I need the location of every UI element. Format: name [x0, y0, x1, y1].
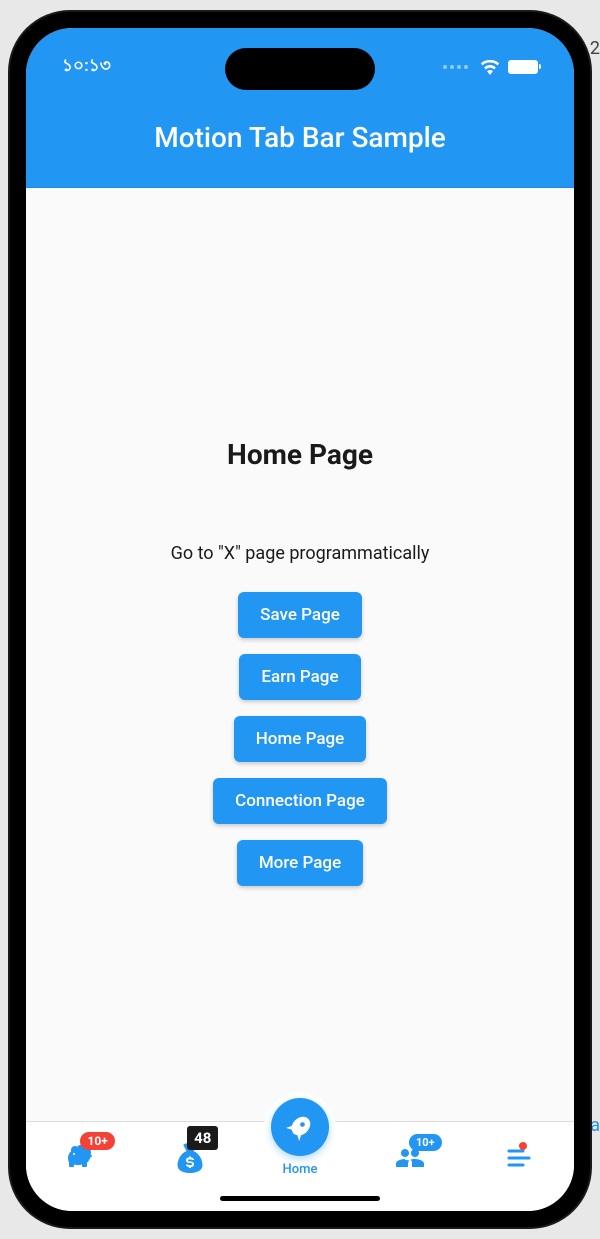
- app-bar-title: Motion Tab Bar Sample: [154, 121, 446, 154]
- tab-label: Home: [283, 1162, 318, 1177]
- connection-page-button[interactable]: Connection Page: [213, 778, 387, 824]
- battery-icon: [508, 60, 538, 74]
- menu-icon: [501, 1140, 537, 1176]
- tab-item-more[interactable]: [464, 1122, 574, 1211]
- money-bag-icon: 48: [172, 1140, 208, 1176]
- home-page-button[interactable]: Home Page: [234, 716, 367, 762]
- home-indicator[interactable]: [220, 1196, 380, 1201]
- more-page-button[interactable]: More Page: [237, 840, 363, 886]
- content: Home Page Go to "X" page programmaticall…: [26, 188, 574, 1121]
- earn-page-button[interactable]: Earn Page: [239, 654, 360, 700]
- phone-frame: ১০:১৩ Motion Tab Bar Sample Home Page Go…: [10, 12, 590, 1227]
- status-time: ১০:১৩: [62, 53, 111, 81]
- rocket-icon: [286, 1113, 314, 1141]
- dynamic-island: [225, 48, 375, 90]
- people-icon: 10+: [392, 1140, 428, 1176]
- piggy-bank-icon: 10+: [63, 1140, 99, 1176]
- badge: 48: [187, 1126, 218, 1150]
- signal-dots-icon: [443, 65, 468, 69]
- badge-dot: [519, 1142, 527, 1150]
- tab-center-circle: [271, 1098, 329, 1156]
- badge: 10+: [409, 1134, 442, 1151]
- status-right: [443, 60, 538, 75]
- save-page-button[interactable]: Save Page: [238, 592, 362, 638]
- app-bar: Motion Tab Bar Sample: [26, 88, 574, 188]
- background-char: 2: [590, 38, 600, 59]
- page-title: Home Page: [227, 438, 373, 471]
- phone-screen: ১০:১৩ Motion Tab Bar Sample Home Page Go…: [26, 28, 574, 1211]
- background-char: a: [590, 1115, 600, 1136]
- badge: 10+: [80, 1132, 114, 1150]
- page-subtitle: Go to "X" page programmatically: [171, 543, 430, 564]
- tab-item-save[interactable]: 10+: [26, 1122, 136, 1211]
- wifi-icon: [480, 60, 500, 75]
